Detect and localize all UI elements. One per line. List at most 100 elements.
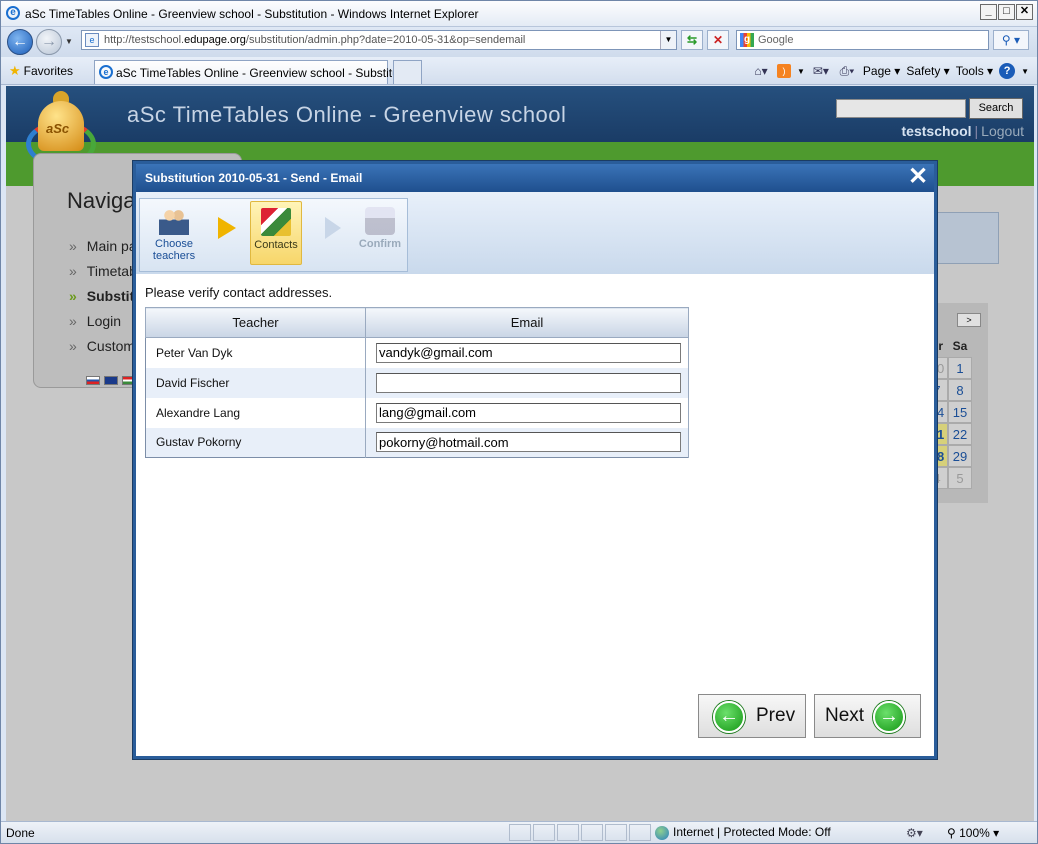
window-title: aSc TimeTables Online - Greenview school… <box>25 7 479 21</box>
tools-menu[interactable]: Tools ▾ <box>956 64 993 78</box>
table-row: David Fischer <box>145 367 689 398</box>
address-dropdown-icon[interactable]: ▼ <box>660 31 676 49</box>
step-arrow-icon <box>218 217 236 239</box>
wizard-steps: Choose teachers Contacts Confirm <box>139 198 408 272</box>
calendar-day[interactable]: 1 <box>948 357 972 379</box>
contacts-icon <box>261 208 291 236</box>
search-box[interactable]: g Google <box>736 30 989 50</box>
google-icon: g <box>740 33 754 47</box>
status-text: Done <box>6 826 35 840</box>
arrow-left-icon: ← <box>713 701 745 733</box>
wizard-bar: Choose teachers Contacts Confirm <box>136 192 934 274</box>
step-confirm: Confirm <box>355 201 405 269</box>
arrow-right-icon: → <box>873 701 905 733</box>
address-url: http://testschool.edupage.org/substituti… <box>104 34 526 46</box>
command-bar: ⌂▾ ) ▼ ✉▾ ⎙▾ Page ▾ Safety ▾ Tools ▾ ? ▼ <box>751 63 1029 79</box>
calendar-day[interactable]: 29 <box>948 445 972 467</box>
language-flags <box>86 376 136 385</box>
step-choose-teachers[interactable]: Choose teachers <box>148 201 200 269</box>
window-controls: _ □ ✕ <box>980 4 1033 20</box>
table-row: Gustav Pokorny <box>145 427 689 458</box>
new-tab-button[interactable] <box>393 60 422 84</box>
email-field[interactable] <box>376 402 681 423</box>
safety-menu[interactable]: Safety ▾ <box>906 64 949 78</box>
user-line: testschool | Logout <box>901 123 1024 139</box>
help-icon[interactable]: ? <box>999 63 1016 79</box>
site-title: aSc TimeTables Online - Greenview school <box>127 102 567 127</box>
address-toolbar: ← → ▼ e http://testschool.edupage.org/su… <box>1 27 1037 57</box>
print-icon[interactable]: ⎙▾ <box>837 64 857 79</box>
teacher-name: David Fischer <box>145 367 366 398</box>
page-content: aSc aSc TimeTables Online - Greenview sc… <box>6 86 1034 821</box>
address-bar[interactable]: e http://testschool.edupage.org/substitu… <box>81 30 677 50</box>
instruction-text: Please verify contact addresses. <box>145 285 333 300</box>
nav-item-login[interactable]: » Login <box>69 313 137 338</box>
home-icon[interactable]: ⌂▾ <box>751 64 771 78</box>
teacher-name: Alexandre Lang <box>145 397 366 428</box>
contacts-table: Teacher Email Peter Van Dyk David Fische… <box>145 307 689 458</box>
browser-tab[interactable]: e aSc TimeTables Online - Greenview scho… <box>94 60 418 84</box>
status-bar: Done Internet | Protected Mode: Off ⚙▾ ⚲… <box>1 821 1037 843</box>
close-window-button[interactable]: ✕ <box>1016 4 1033 20</box>
email-field[interactable] <box>376 372 681 393</box>
maximize-button[interactable]: □ <box>998 4 1015 20</box>
refresh-button[interactable]: ⇆ <box>681 30 703 50</box>
nav-item-timetables[interactable]: » Timetab <box>69 263 137 288</box>
tab-title: aSc TimeTables Online - Greenview school… <box>116 66 419 80</box>
teacher-name: Peter Van Dyk <box>145 337 366 368</box>
calendar-day[interactable]: 22 <box>948 423 972 445</box>
lock-settings-icon[interactable]: ⚙▾ <box>906 826 923 840</box>
step-contacts[interactable]: Contacts <box>250 201 302 265</box>
security-zone[interactable]: Internet | Protected Mode: Off <box>655 825 831 840</box>
tab-ie-icon: e <box>99 65 113 79</box>
table-row: Peter Van Dyk <box>145 337 689 368</box>
calendar-next-button[interactable]: > <box>957 313 981 327</box>
navigation-heading: Naviga <box>67 188 136 213</box>
table-row: Alexandre Lang <box>145 397 689 428</box>
calendar-header: Sa <box>952 339 968 353</box>
flag-uk-icon[interactable] <box>104 376 118 385</box>
flag-sk-icon[interactable] <box>86 376 100 385</box>
teachers-icon <box>159 207 189 235</box>
dialog-title: Substitution 2010-05-31 - Send - Email <box>145 171 363 185</box>
dialog-title-bar: Substitution 2010-05-31 - Send - Email ✕ <box>136 164 934 192</box>
email-field[interactable] <box>376 342 681 363</box>
calendar-day[interactable]: 15 <box>948 401 972 423</box>
search-go-button[interactable]: ⚲ ▾ <box>993 30 1029 50</box>
send-email-dialog: Substitution 2010-05-31 - Send - Email ✕… <box>133 161 937 759</box>
search-placeholder: Google <box>758 34 794 46</box>
site-search-button[interactable]: Search <box>969 98 1023 119</box>
next-button[interactable]: Next → <box>814 694 921 738</box>
column-header-teacher: Teacher <box>145 307 366 338</box>
title-bar: e aSc TimeTables Online - Greenview scho… <box>1 1 1037 27</box>
prev-button[interactable]: ← Prev <box>698 694 806 738</box>
back-button[interactable]: ← <box>7 29 33 55</box>
confirm-icon <box>365 207 395 235</box>
logout-link[interactable]: Logout <box>981 123 1024 139</box>
star-icon: ★ <box>9 63 21 78</box>
forward-button[interactable]: → <box>36 29 62 55</box>
browser-window: e aSc TimeTables Online - Greenview scho… <box>0 0 1038 844</box>
recent-pages-dropdown-icon[interactable]: ▼ <box>65 37 73 46</box>
nav-item-custom[interactable]: » Custom <box>69 338 137 363</box>
calendar-day[interactable]: 8 <box>948 379 972 401</box>
email-field[interactable] <box>376 432 681 453</box>
status-cells <box>509 824 651 841</box>
nav-item-main[interactable]: » Main pa <box>69 238 137 263</box>
favorites-button[interactable]: ★ Favorites <box>9 63 73 79</box>
site-search-input[interactable] <box>836 99 966 118</box>
tab-row: ★ Favorites e aSc TimeTables Online - Gre… <box>1 57 1037 85</box>
rss-icon[interactable]: ) <box>777 64 791 78</box>
dialog-close-button[interactable]: ✕ <box>906 165 930 189</box>
nav-item-substitution[interactable]: » Substit <box>69 288 137 313</box>
stop-button[interactable]: ✕ <box>707 30 729 50</box>
minimize-button[interactable]: _ <box>980 4 997 20</box>
step-arrow-icon <box>325 217 341 239</box>
column-header-email: Email <box>365 307 689 338</box>
page-menu[interactable]: Page ▾ <box>863 64 900 78</box>
username-link[interactable]: testschool <box>902 123 972 139</box>
mail-icon[interactable]: ✉▾ <box>811 64 831 78</box>
zoom-level[interactable]: ⚲ 100% ▾ <box>947 826 999 840</box>
page-icon: e <box>85 33 99 47</box>
teacher-name: Gustav Pokorny <box>145 427 366 458</box>
